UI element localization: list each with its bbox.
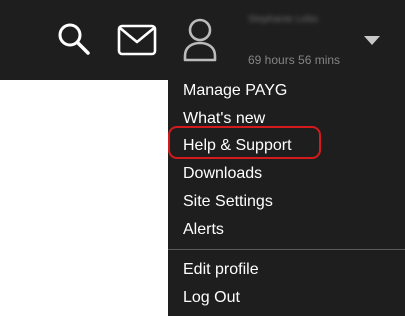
menu-item-help-support[interactable]: Help & Support — [183, 135, 292, 157]
top-bar: Stephanie Leborte 69 hours 56 mins — [0, 0, 405, 80]
menu-item-alerts[interactable]: Alerts — [183, 219, 224, 241]
time-remaining: 69 hours 56 mins — [248, 53, 341, 67]
search-icon[interactable] — [57, 22, 91, 56]
user-name: Stephanie Leborte — [248, 14, 318, 25]
menu-item-site-settings[interactable]: Site Settings — [183, 191, 273, 213]
account-dropdown-menu: Manage PAYG What's new Help & Support Do… — [168, 80, 405, 316]
menu-item-log-out[interactable]: Log Out — [183, 287, 240, 309]
caret-down-icon[interactable] — [364, 36, 380, 46]
menu-item-manage-payg[interactable]: Manage PAYG — [183, 80, 287, 102]
menu-item-edit-profile[interactable]: Edit profile — [183, 259, 259, 281]
mail-icon[interactable] — [117, 24, 157, 56]
menu-divider — [168, 249, 405, 250]
user-icon[interactable] — [182, 18, 218, 62]
menu-item-whats-new[interactable]: What's new — [183, 108, 265, 130]
menu-item-downloads[interactable]: Downloads — [183, 163, 262, 185]
